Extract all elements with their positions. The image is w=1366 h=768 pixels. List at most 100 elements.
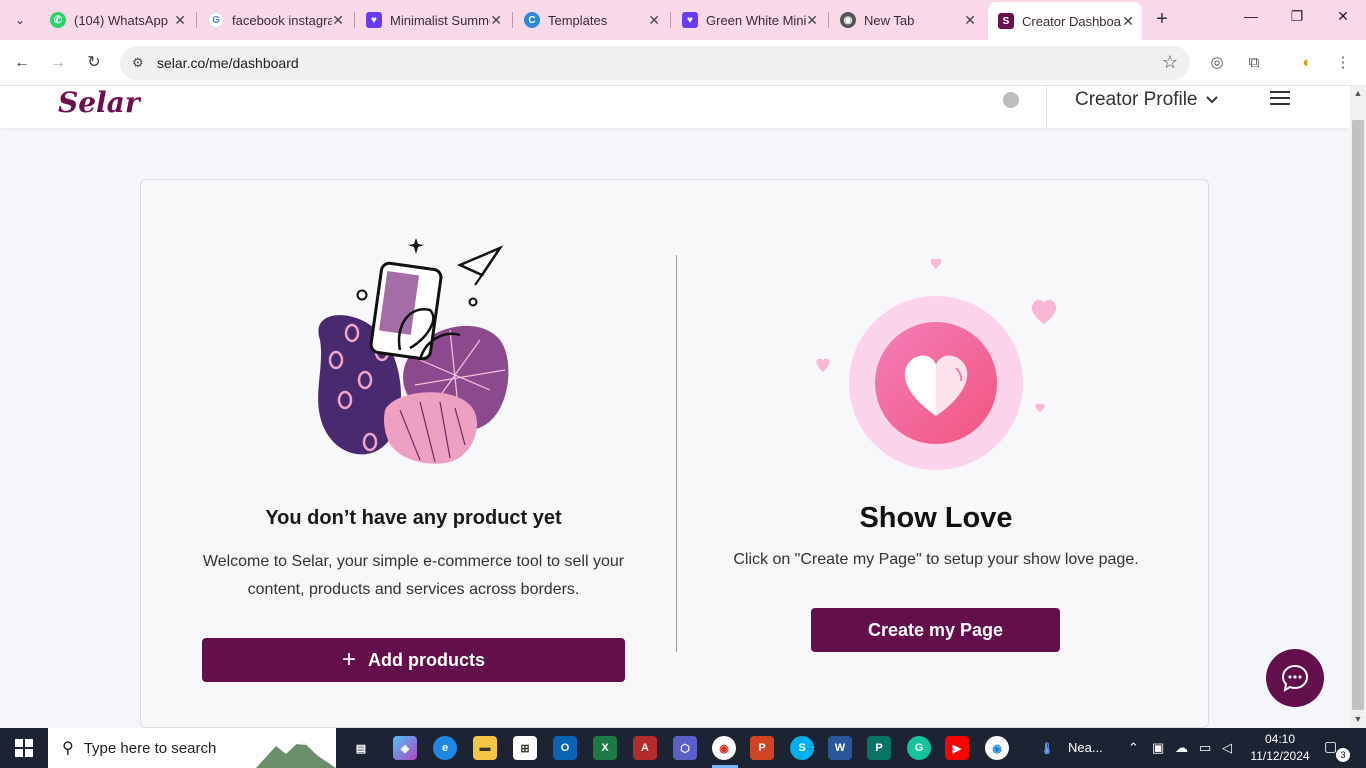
close-icon[interactable]: ✕ — [1122, 13, 1134, 30]
new-tab-button[interactable]: + — [1150, 8, 1174, 32]
network-icon[interactable]: ▭ — [1199, 740, 1211, 756]
plus-icon: + — [341, 646, 356, 673]
tab-green-white-minimalist[interactable]: ♥ Green White Minimalist ✕ — [672, 4, 826, 36]
scrollbar-thumb[interactable] — [1352, 120, 1364, 710]
show-love-illustration — [816, 258, 1057, 470]
weather-text[interactable]: Nea... — [1068, 740, 1103, 755]
restore-icon[interactable]: ❐ — [1274, 8, 1320, 25]
clock-date: 11/12/2024 — [1250, 749, 1310, 763]
forward-arrow-icon[interactable]: → — [46, 52, 70, 76]
notification-count-badge: 3 — [1336, 748, 1350, 762]
close-icon[interactable]: ✕ — [648, 12, 660, 29]
chrome-taskbar-icon[interactable]: ◉ — [712, 736, 736, 760]
microsoft-store-icon[interactable]: ⊞ — [513, 736, 537, 760]
extensions-puzzle-icon[interactable]: ⧉ — [1243, 52, 1265, 74]
taskbar-search-placeholder: Type here to search — [83, 739, 217, 757]
show-love-title: Show Love — [859, 502, 1013, 534]
add-products-label: Add products — [368, 649, 485, 670]
creator-profile-label: Creator Profile — [1075, 89, 1198, 110]
search-icon: ⚲ — [62, 740, 74, 757]
tab-separator — [670, 12, 671, 28]
outlook-icon[interactable]: O — [553, 736, 577, 760]
tab-title: Minimalist Summer — [390, 12, 490, 28]
create-my-page-button[interactable]: Create my Page — [811, 608, 1060, 652]
google-icon: G — [208, 12, 224, 28]
excel-icon[interactable]: X — [593, 736, 617, 760]
browser-toolbar: ← → ↻ ⚙ selar.co/me/dashboard ☆ ◎ ⧉ ◐ ⋮ — [0, 40, 1366, 86]
extension-grammarly-icon[interactable]: ◎ — [1206, 52, 1228, 74]
windows-taskbar: ⚲ Type here to search ▤ ◈ e ▬ ⊞ O X A ⬡ … — [0, 728, 1366, 768]
selar-logo[interactable]: Selar — [58, 86, 140, 119]
window-close-icon[interactable]: ✕ — [1320, 8, 1366, 25]
address-bar[interactable]: ⚙ selar.co/me/dashboard ☆ — [120, 46, 1190, 80]
task-view-icon[interactable]: ▤ — [349, 736, 373, 760]
site-info-icon[interactable]: ⚙ — [132, 55, 144, 71]
tab-search-chevron-icon[interactable]: ⌄ — [6, 8, 34, 32]
clock-time: 04:10 — [1264, 732, 1296, 746]
close-icon[interactable]: ✕ — [806, 12, 818, 29]
back-arrow-icon[interactable]: ← — [10, 52, 34, 76]
skype-icon[interactable]: S — [790, 736, 814, 760]
creator-profile-dropdown[interactable]: Creator Profile — [1075, 89, 1218, 111]
browser-tabstrip: ⌄ ✆ (104) WhatsApp ✕ G facebook instagra… — [0, 0, 1366, 40]
volume-icon[interactable]: ◁ — [1222, 740, 1232, 756]
browser-menu-icon[interactable]: ⋮ — [1332, 52, 1354, 74]
add-products-button[interactable]: + Add products — [202, 638, 625, 682]
tab-title: facebook instagram — [232, 12, 332, 28]
onedrive-icon[interactable]: ☁ — [1175, 740, 1188, 756]
tab-new-tab[interactable]: ◉ New Tab ✕ — [830, 4, 984, 36]
word-icon[interactable]: W — [828, 736, 852, 760]
close-icon[interactable]: ✕ — [174, 12, 186, 29]
tab-whatsapp[interactable]: ✆ (104) WhatsApp ✕ — [40, 4, 194, 36]
close-icon[interactable]: ✕ — [332, 12, 344, 29]
youtube-icon[interactable]: ▶ — [945, 736, 969, 760]
tab-templates[interactable]: C Templates ✕ — [514, 4, 668, 36]
tab-minimalist-summer[interactable]: ♥ Minimalist Summer ✕ — [356, 4, 510, 36]
chrome-icon: ◉ — [840, 12, 856, 28]
tab-separator — [354, 12, 355, 28]
chrome-profile-icon[interactable]: ◉ — [985, 736, 1009, 760]
scroll-down-arrow-icon[interactable]: ▼ — [1350, 714, 1366, 724]
heart-shield-icon: ♥ — [366, 12, 382, 28]
chat-bubble-icon — [1281, 664, 1309, 692]
close-icon[interactable]: ✕ — [490, 12, 502, 29]
app-hexagon-icon[interactable]: ⬡ — [673, 736, 697, 760]
empty-products-illustration — [318, 238, 509, 464]
taskbar-clock[interactable]: 04:10 11/12/2024 — [1244, 731, 1316, 765]
grammarly-icon[interactable]: G — [907, 736, 931, 760]
minimize-icon[interactable]: — — [1228, 8, 1274, 24]
tab-facebook-instagram[interactable]: G facebook instagram ✕ — [198, 4, 352, 36]
copilot-icon[interactable]: ◈ — [393, 736, 417, 760]
selar-icon: S — [998, 13, 1014, 29]
publisher-icon[interactable]: P — [867, 736, 891, 760]
profile-avatar-icon[interactable]: ◐ — [1296, 52, 1318, 74]
close-icon[interactable]: ✕ — [964, 12, 976, 29]
weather-thermometer-icon[interactable]: 🌡 — [1035, 736, 1059, 760]
url-text[interactable]: selar.co/me/dashboard — [157, 55, 299, 71]
tab-title: New Tab — [864, 12, 915, 28]
search-highlight-mountain-icon — [256, 740, 336, 768]
file-explorer-icon[interactable]: ▬ — [473, 736, 497, 760]
edge-icon[interactable]: e — [433, 736, 457, 760]
chat-support-button[interactable] — [1266, 649, 1324, 707]
canva-icon: C — [524, 12, 540, 28]
tab-title: Creator Dashboard — [1022, 13, 1122, 29]
reload-icon[interactable]: ↻ — [82, 52, 106, 76]
powerpoint-icon[interactable]: P — [750, 736, 774, 760]
hamburger-menu-icon[interactable] — [1270, 91, 1290, 105]
windows-start-button[interactable] — [0, 728, 48, 768]
tab-creator-dashboard[interactable]: S Creator Dashboard ✕ — [988, 2, 1142, 40]
bookmark-star-icon[interactable]: ☆ — [1162, 52, 1178, 73]
chevron-down-icon — [1205, 96, 1218, 104]
tab-title: Templates — [548, 12, 608, 28]
tab-separator — [512, 12, 513, 28]
access-icon[interactable]: A — [633, 736, 657, 760]
tray-chevron-up-icon[interactable]: ⌃ — [1128, 740, 1139, 756]
meet-now-icon[interactable]: ▣ — [1152, 740, 1164, 756]
status-dot-icon — [1003, 92, 1019, 108]
empty-products-title: You don’t have any product yet — [265, 507, 562, 529]
scroll-up-arrow-icon[interactable]: ▲ — [1350, 88, 1366, 98]
card-divider — [676, 255, 677, 652]
empty-products-description: Welcome to Selar, your simple e-commerce… — [202, 553, 625, 598]
whatsapp-icon: ✆ — [50, 12, 66, 28]
